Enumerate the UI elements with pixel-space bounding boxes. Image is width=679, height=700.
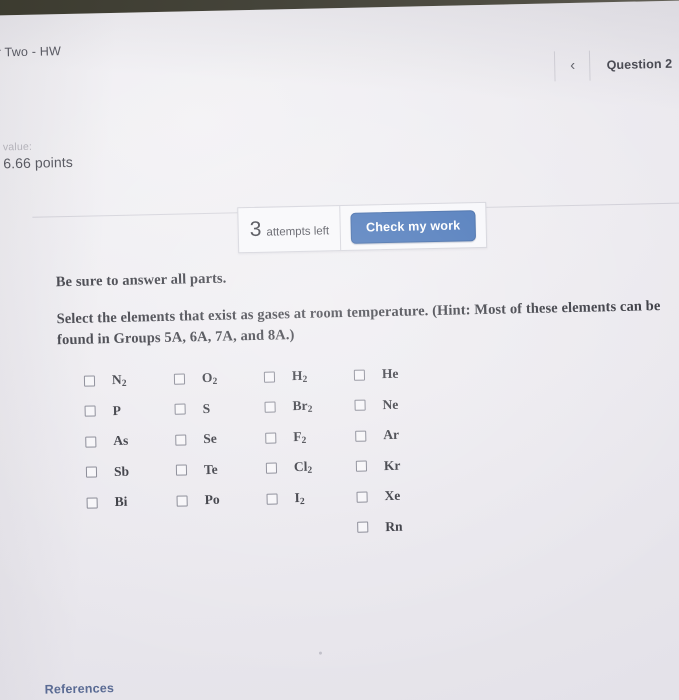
choice-H2[interactable]: H2 bbox=[263, 360, 355, 392]
choice-label: Se bbox=[203, 431, 217, 447]
choice-P[interactable]: P bbox=[84, 394, 175, 426]
choice-label: N2 bbox=[111, 371, 127, 389]
choice-O2[interactable]: O2 bbox=[173, 362, 265, 394]
value-points: 6.66 points bbox=[3, 153, 73, 172]
choice-label: S bbox=[202, 400, 211, 416]
checkbox-icon[interactable] bbox=[84, 405, 96, 417]
choice-label: H2 bbox=[291, 367, 308, 385]
checkbox-icon[interactable] bbox=[354, 399, 366, 412]
choice-label: F2 bbox=[293, 428, 307, 446]
choice-label: I2 bbox=[294, 489, 305, 507]
checkbox-icon[interactable] bbox=[86, 497, 98, 509]
checkbox-icon[interactable] bbox=[355, 460, 368, 473]
checkbox-icon[interactable] bbox=[264, 401, 276, 414]
choice-label: Ar bbox=[383, 427, 400, 443]
chevron-left-icon[interactable]: ‹ bbox=[555, 51, 590, 82]
question-navigation: ‹ Question 2 bbox=[554, 49, 679, 82]
choice-label: Bi bbox=[114, 494, 128, 510]
checkbox-icon[interactable] bbox=[265, 432, 277, 444]
checkbox-icon[interactable] bbox=[85, 466, 98, 478]
checkbox-icon[interactable] bbox=[176, 495, 188, 507]
checkbox-icon[interactable] bbox=[353, 369, 366, 381]
checkbox-icon[interactable] bbox=[356, 491, 368, 503]
question-body: Be sure to answer all parts. Select the … bbox=[56, 261, 678, 352]
checkbox-icon[interactable] bbox=[266, 493, 278, 505]
choice-I2[interactable]: I2 bbox=[266, 482, 357, 514]
choice-Bi[interactable]: Bi bbox=[86, 486, 177, 518]
choice-N2[interactable]: N2 bbox=[83, 364, 175, 396]
choice-label: Cl2 bbox=[293, 459, 313, 477]
assignment-page: pter Two - HW ‹ Question 2 value: 6.66 p… bbox=[0, 0, 679, 700]
checkbox-icon[interactable] bbox=[357, 521, 369, 534]
choice-label: Rn bbox=[385, 518, 403, 534]
choice-Br2[interactable]: Br2 bbox=[264, 390, 355, 422]
screen-photo: pter Two - HW ‹ Question 2 value: 6.66 p… bbox=[0, 0, 679, 700]
choice-label: Sb bbox=[113, 463, 130, 479]
choice-Cl2[interactable]: Cl2 bbox=[265, 451, 357, 483]
choice-label: P bbox=[112, 402, 122, 418]
choice-label: Br2 bbox=[292, 398, 313, 416]
choice-label: Po bbox=[204, 492, 220, 508]
choice-label: He bbox=[381, 366, 399, 382]
attempts-remaining: 3 attempts left bbox=[238, 206, 342, 253]
choice-He[interactable]: He bbox=[353, 358, 445, 390]
choice-Po[interactable]: Po bbox=[176, 484, 267, 516]
choice-F2[interactable]: F2 bbox=[265, 421, 356, 453]
dust-speck bbox=[318, 651, 323, 655]
choice-Ne[interactable]: Ne bbox=[354, 388, 445, 420]
choice-label: Xe bbox=[384, 488, 401, 504]
choice-label: Kr bbox=[383, 457, 401, 473]
grid-spacer bbox=[267, 512, 358, 544]
choice-Sb[interactable]: Sb bbox=[85, 455, 177, 487]
attempts-count: 3 bbox=[249, 217, 262, 242]
choice-As[interactable]: As bbox=[85, 425, 176, 457]
checkbox-icon[interactable] bbox=[175, 464, 188, 476]
grid-spacer bbox=[177, 514, 268, 546]
choice-grid: N2 O2 H2 He P S Br2 Ne As Se F2 Ar Sb Te Cl2 Kr Bi Po I2 Xe… bbox=[83, 358, 448, 549]
attempt-bar: 3 attempts left Check my work bbox=[237, 201, 487, 254]
choice-label: O2 bbox=[201, 369, 218, 387]
grid-spacer bbox=[87, 516, 178, 548]
choice-Se[interactable]: Se bbox=[175, 423, 266, 455]
checkbox-icon[interactable] bbox=[263, 371, 276, 383]
checkbox-icon[interactable] bbox=[173, 373, 186, 385]
checkbox-icon[interactable] bbox=[355, 430, 367, 442]
answer-all-note: Be sure to answer all parts. bbox=[55, 270, 227, 291]
choice-Kr[interactable]: Kr bbox=[355, 449, 447, 481]
choice-Ar[interactable]: Ar bbox=[355, 419, 446, 451]
checkbox-icon[interactable] bbox=[85, 436, 97, 448]
references-link[interactable]: References bbox=[45, 681, 115, 697]
choice-label: Te bbox=[203, 461, 218, 477]
choice-Rn[interactable]: Rn bbox=[357, 510, 448, 542]
checkbox-icon[interactable] bbox=[83, 375, 96, 387]
choice-Xe[interactable]: Xe bbox=[356, 480, 447, 512]
choice-Te[interactable]: Te bbox=[175, 453, 267, 485]
attempts-label: attempts left bbox=[266, 225, 330, 239]
question-label: Question 2 bbox=[606, 56, 673, 73]
question-prompt: Select the elements that exist as gases … bbox=[56, 298, 661, 349]
choice-label: As bbox=[113, 432, 129, 449]
checkbox-icon[interactable] bbox=[265, 462, 278, 474]
assignment-title: pter Two - HW bbox=[0, 44, 62, 60]
checkbox-icon[interactable] bbox=[174, 403, 186, 415]
checkbox-icon[interactable] bbox=[175, 434, 187, 446]
choice-label: Ne bbox=[382, 396, 399, 412]
value-caption: value: bbox=[2, 140, 33, 154]
check-my-work-button[interactable]: Check my work bbox=[350, 209, 476, 244]
choice-S[interactable]: S bbox=[174, 392, 265, 424]
value-block: value: 6.66 points bbox=[3, 140, 73, 172]
check-my-work-cell: Check my work bbox=[341, 203, 486, 250]
